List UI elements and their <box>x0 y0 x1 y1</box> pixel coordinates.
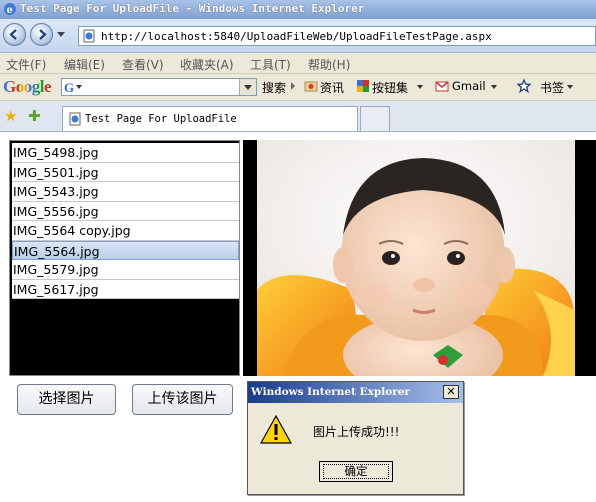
google-logo: Google <box>3 77 52 96</box>
title-bar: e Test Page For UploadFile - Windows Int… <box>0 0 596 19</box>
button-gallery-chevron-icon[interactable] <box>417 85 423 89</box>
list-item[interactable]: IMG_5579.jpg <box>12 260 239 280</box>
google-search-button[interactable]: 搜索 <box>262 79 286 96</box>
list-item[interactable]: IMG_5498.jpg <box>12 143 239 163</box>
menu-file[interactable]: 文件(F) <box>6 56 46 73</box>
new-tab-button[interactable] <box>360 106 390 131</box>
alert-dialog: Windows Internet Explorer ✕ 图片上传成功!!! 确定 <box>247 381 464 495</box>
dialog-close-button[interactable]: ✕ <box>443 385 459 399</box>
file-list: IMG_5498.jpg IMG_5501.jpg IMG_5543.jpg I… <box>12 143 239 299</box>
list-item[interactable]: IMG_5543.jpg <box>12 182 239 202</box>
baby-photo <box>257 140 575 376</box>
more-arrow-icon[interactable] <box>291 82 295 90</box>
forward-button[interactable] <box>30 23 53 46</box>
tab-page-icon <box>69 112 81 126</box>
menu-edit[interactable]: 编辑(E) <box>64 56 105 73</box>
page-icon <box>83 29 95 43</box>
choose-image-button[interactable]: 选择图片 <box>17 384 116 415</box>
google-g-icon: G <box>64 80 75 95</box>
dialog-title: Windows Internet Explorer <box>251 386 410 398</box>
bookmarks-button[interactable]: 书签 <box>540 79 564 96</box>
dialog-message: 图片上传成功!!! <box>313 425 400 439</box>
list-item[interactable]: IMG_5556.jpg <box>12 201 239 221</box>
gmail-icon <box>435 81 449 92</box>
address-field[interactable]: http://localhost:5840/UploadFileWeb/Uplo… <box>78 26 596 46</box>
warning-icon <box>260 415 292 444</box>
file-listbox[interactable]: IMG_5498.jpg IMG_5501.jpg IMG_5543.jpg I… <box>9 140 240 376</box>
gmail-chevron-icon[interactable] <box>491 85 497 89</box>
tab-row: ★ ✚ Test Page For UploadFile <box>0 101 596 132</box>
news-button[interactable]: 资讯 <box>320 79 344 96</box>
gmail-button[interactable]: Gmail <box>452 79 486 93</box>
dialog-title-bar: Windows Internet Explorer ✕ <box>248 382 463 403</box>
ok-button[interactable]: 确定 <box>319 461 393 482</box>
menu-view[interactable]: 查看(V) <box>122 56 164 73</box>
menu-bar: 文件(F) 编辑(E) 查看(V) 收藏夹(A) 工具(T) 帮助(H) <box>0 53 596 74</box>
news-icon <box>304 81 318 92</box>
upload-image-button[interactable]: 上传该图片 <box>132 384 233 415</box>
list-item[interactable]: IMG_5564 copy.jpg <box>12 221 239 241</box>
address-url: http://localhost:5840/UploadFileWeb/Uplo… <box>101 30 492 43</box>
tab-test-page[interactable]: Test Page For UploadFile <box>62 106 358 131</box>
back-button[interactable] <box>3 23 26 46</box>
button-gallery[interactable]: 按钮集 <box>372 79 408 96</box>
search-history-dropdown[interactable] <box>239 79 256 95</box>
favorites-star-icon[interactable]: ★ <box>4 107 17 125</box>
list-item[interactable]: IMG_5617.jpg <box>12 279 239 299</box>
list-item-selected[interactable]: IMG_5564.jpg <box>12 240 239 260</box>
recent-pages-chevron-icon[interactable] <box>57 32 65 37</box>
star-icon <box>517 79 531 93</box>
bookmarks-chevron-icon[interactable] <box>567 85 573 89</box>
google-search-input[interactable]: G <box>61 78 257 96</box>
menu-help[interactable]: 帮助(H) <box>308 56 350 73</box>
address-row: http://localhost:5840/UploadFileWeb/Uplo… <box>0 19 596 53</box>
add-favorite-icon[interactable]: ✚ <box>28 107 41 125</box>
window-title: Test Page For UploadFile - Windows Inter… <box>20 2 365 15</box>
menu-tools[interactable]: 工具(T) <box>250 56 291 73</box>
ie-icon: e <box>4 3 16 16</box>
button-gallery-icon <box>357 80 369 92</box>
tab-label: Test Page For UploadFile <box>85 113 237 125</box>
svg-text:e: e <box>7 5 13 16</box>
back-arrow-icon <box>9 29 17 40</box>
search-options-chevron-icon[interactable] <box>76 85 82 89</box>
menu-favorites[interactable]: 收藏夹(A) <box>180 56 234 73</box>
image-preview <box>243 140 596 376</box>
forward-arrow-icon <box>39 29 47 40</box>
list-item[interactable]: IMG_5501.jpg <box>12 162 239 182</box>
google-toolbar: Google G 搜索 资讯 按钮集 Gmail 书签 <box>0 74 596 101</box>
